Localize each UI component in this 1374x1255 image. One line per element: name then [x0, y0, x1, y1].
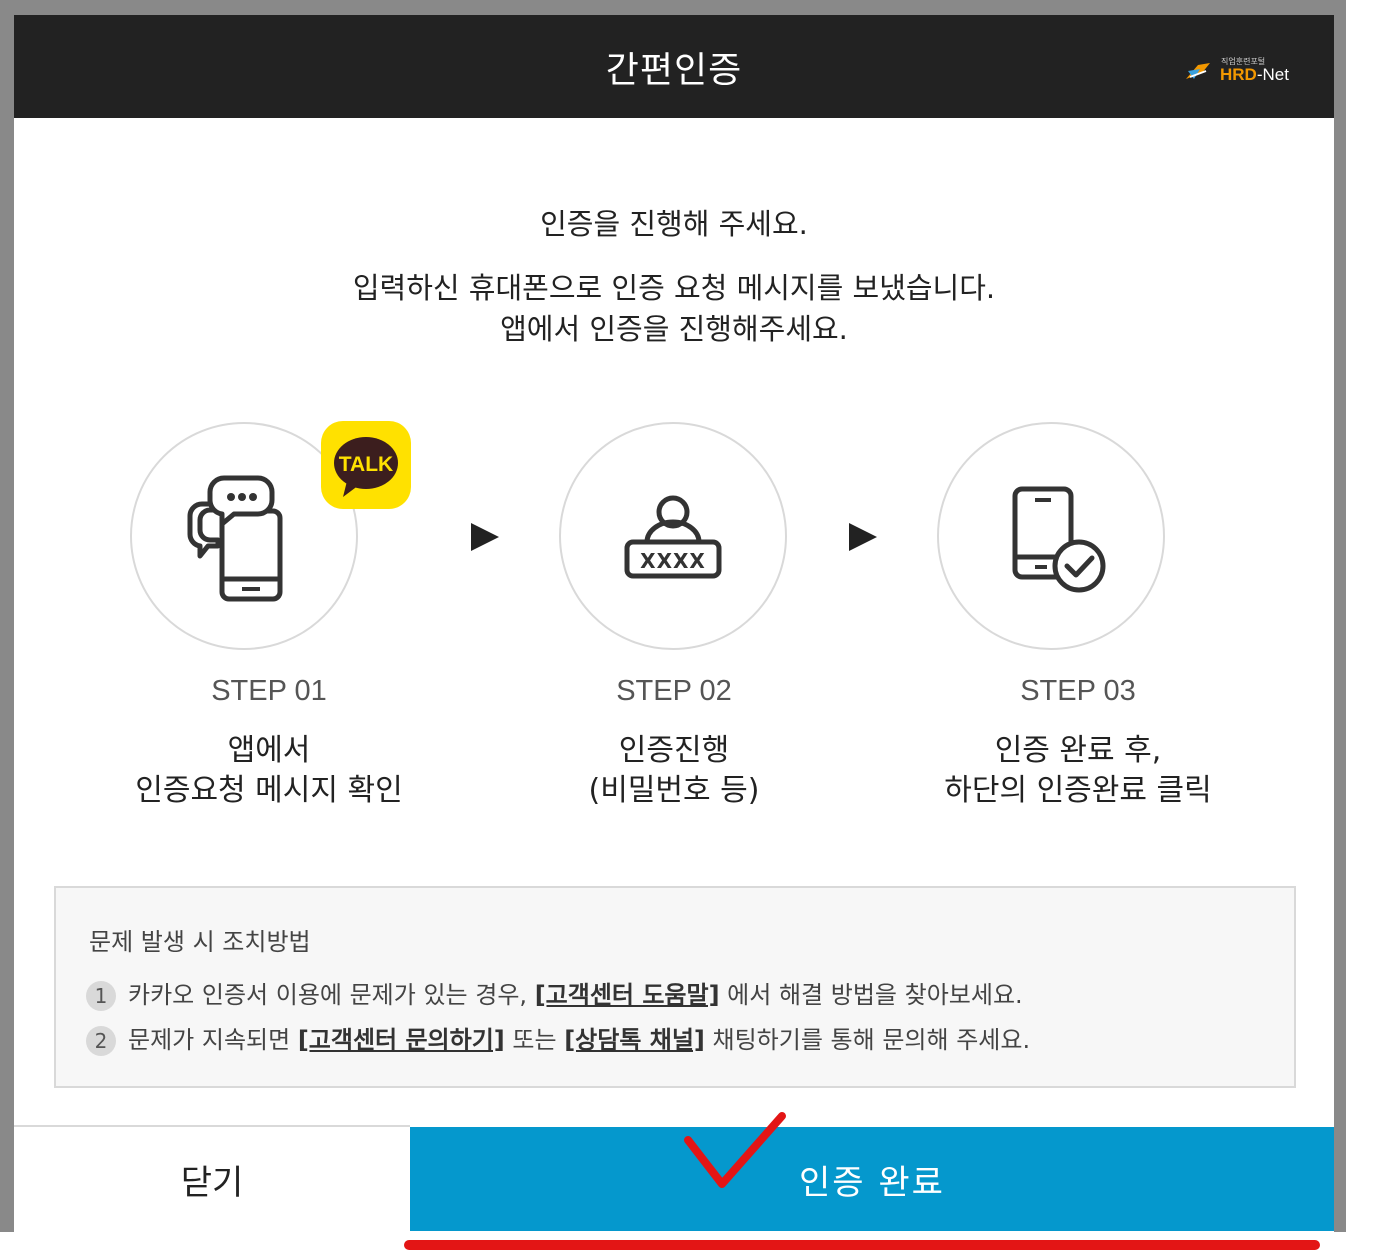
red-check-annotation-icon [684, 1112, 786, 1188]
step-2-desc-2: (비밀번호 등) [588, 773, 760, 808]
backdrop-top [0, 0, 1374, 15]
step-1-desc-2: 인증요청 메시지 확인 [135, 773, 403, 808]
phone-check-icon [1012, 486, 1106, 593]
hrd-logo-icon [1186, 63, 1210, 79]
step-1-label: STEP 01 [211, 675, 327, 707]
step2-circle: XXXX [559, 422, 787, 650]
step-3-label: STEP 03 [1020, 675, 1136, 707]
modal-title: 간편인증 [605, 50, 743, 91]
password-mask: XXXX [640, 549, 706, 573]
backdrop-right [1334, 0, 1346, 1232]
modal-header: 간편인증 직업훈련포털 HRD-Net [14, 15, 1334, 118]
step-2-label: STEP 02 [616, 675, 732, 707]
item-1-text-post: 에서 해결 방법을 찾아보세요. [719, 981, 1023, 1009]
backdrop-edge [1346, 0, 1374, 1232]
troubleshoot-item-1: 1 카카오 인증서 이용에 문제가 있는 경우, [고객센터 도움말] 에서 해결… [86, 975, 1023, 1011]
step-arrow-1 [471, 523, 499, 551]
item-number-1: 1 [86, 981, 116, 1011]
inquiry-link[interactable]: [고객센터 문의하기] [298, 1026, 505, 1054]
item-2-text-pre: 문제가 지속되면 [128, 1026, 298, 1054]
auth-complete-button[interactable]: 인증 완료 [410, 1127, 1334, 1231]
message-line-2: 앱에서 인증을 진행해주세요. [500, 312, 848, 346]
logo-text: HRD-Net [1220, 65, 1289, 84]
step-3-desc-1: 인증 완료 후, [994, 733, 1162, 768]
troubleshoot-item-2: 2 문제가 지속되면 [고객센터 문의하기] 또는 [상담톡 채널] 채팅하기를 … [86, 1020, 1030, 1056]
step-1-desc-1: 앱에서 [227, 733, 311, 768]
chat-channel-link[interactable]: [상담톡 채널] [564, 1026, 705, 1054]
user-password-icon: XXXX [624, 495, 722, 579]
message-title: 인증을 진행해 주세요. [540, 207, 808, 241]
kakaotalk-icon: TALK [334, 437, 398, 497]
troubleshoot-title: 문제 발생 시 조치방법 [89, 928, 311, 956]
troubleshoot-box: 문제 발생 시 조치방법 1 카카오 인증서 이용에 문제가 있는 경우, [고객… [54, 886, 1296, 1088]
item-2-text-post: 채팅하기를 통해 문의해 주세요. [704, 1026, 1031, 1054]
message-line-1: 입력하신 휴대폰으로 인증 요청 메시지를 보냈습니다. [352, 271, 996, 305]
item-number-2: 2 [86, 1026, 116, 1056]
auth-modal: 간편인증 직업훈련포털 HRD-Net 인증을 진행해 주세요. 입력하신 휴대… [14, 15, 1334, 1231]
close-button[interactable]: 닫기 [14, 1125, 410, 1231]
item-1-text-pre: 카카오 인증서 이용에 문제가 있는 경우, [128, 981, 535, 1009]
hrd-net-logo: 직업훈련포털 HRD-Net [1184, 57, 1304, 89]
auth-complete-label: 인증 완료 [799, 1163, 945, 1203]
red-underline-annotation [404, 1240, 1320, 1250]
kakaotalk-badge: TALK [321, 421, 411, 509]
step-arrow-2 [849, 523, 877, 551]
step-2-desc-1: 인증진행 [618, 733, 730, 768]
step3-circle [937, 422, 1165, 650]
close-button-label: 닫기 [180, 1163, 244, 1203]
step-3-desc-2: 하단의 인증완료 클릭 [944, 773, 1212, 808]
backdrop-left [0, 0, 14, 1232]
talk-text: TALK [339, 453, 393, 476]
item-2-text-mid: 또는 [504, 1026, 565, 1054]
help-center-link[interactable]: [고객센터 도움말] [535, 981, 720, 1009]
